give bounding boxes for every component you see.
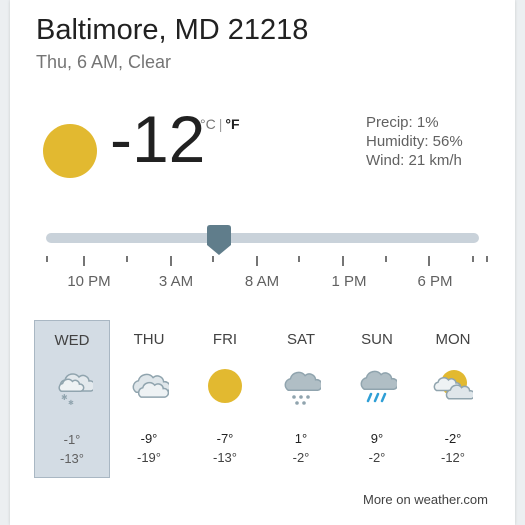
snow-cloud-icon: ✱ ✱ bbox=[53, 367, 96, 407]
timeline-tick bbox=[212, 256, 214, 262]
timeline-ticks bbox=[46, 256, 488, 268]
day-name: SAT bbox=[286, 331, 316, 348]
location-title: Baltimore, MD 21218 bbox=[36, 14, 309, 46]
timeline-label: 6 PM bbox=[417, 273, 453, 290]
rain-icon bbox=[357, 366, 399, 406]
day-high-temp: -9° bbox=[140, 431, 158, 446]
more-on-weather-link[interactable]: More on weather.com bbox=[363, 492, 488, 507]
weather-details: Precip: 1% Humidity: 56% Wind: 21 km/h bbox=[366, 113, 463, 170]
timeline-tick bbox=[256, 256, 258, 266]
day-low-temp: -13° bbox=[60, 451, 84, 466]
day-name: SUN bbox=[361, 331, 393, 348]
day-low-temp: -13° bbox=[213, 450, 237, 465]
cloudy-icon bbox=[129, 366, 171, 406]
day-high-temp: 1° bbox=[294, 431, 308, 446]
forecast-day-thu[interactable]: THU -9° -19° bbox=[111, 320, 187, 478]
day-name: MON bbox=[435, 331, 471, 348]
timeline-tick bbox=[385, 256, 387, 262]
humidity-text: Humidity: 56% bbox=[366, 133, 463, 150]
weather-card: Baltimore, MD 21218 Thu, 6 AM, Clear -12… bbox=[10, 0, 515, 525]
unit-toggle: °C | °F bbox=[200, 116, 240, 132]
day-high-temp: -7° bbox=[216, 431, 234, 446]
day-low-temp: -19° bbox=[137, 450, 161, 465]
timeline-tick bbox=[472, 256, 474, 262]
forecast-day-fri[interactable]: FRI -7° -13° bbox=[187, 320, 263, 478]
sun-icon bbox=[205, 366, 245, 406]
day-low-temp: -2° bbox=[368, 450, 386, 465]
celsius-toggle[interactable]: °C bbox=[200, 116, 216, 132]
day-low-temp: -2° bbox=[292, 450, 310, 465]
day-high-temp: -1° bbox=[63, 432, 81, 447]
day-name: FRI bbox=[212, 331, 238, 348]
snow-icon bbox=[281, 366, 323, 406]
timeline-tick bbox=[170, 256, 172, 266]
day-name: WED bbox=[54, 332, 90, 349]
current-temperature: -12 bbox=[110, 102, 206, 176]
forecast-day-sat[interactable]: SAT 1° -2° bbox=[263, 320, 339, 478]
timeline-tick bbox=[428, 256, 430, 266]
day-high-temp: -2° bbox=[444, 431, 462, 446]
timeline-label: 8 AM bbox=[244, 273, 280, 290]
wind-text: Wind: 21 km/h bbox=[366, 152, 462, 169]
timeline-label: 10 PM bbox=[67, 273, 111, 290]
timeline-tick bbox=[126, 256, 128, 262]
fahrenheit-toggle[interactable]: °F bbox=[225, 116, 239, 132]
timeline-label: 1 PM bbox=[331, 273, 367, 290]
day-name: THU bbox=[133, 331, 165, 348]
timeline-tick bbox=[486, 256, 488, 262]
forecast-day-mon[interactable]: MON -2° -12° bbox=[415, 320, 491, 478]
day-low-temp: -12° bbox=[441, 450, 465, 465]
timeline-tick bbox=[342, 256, 344, 266]
timeline-slider-handle[interactable] bbox=[207, 225, 232, 255]
forecast-day-sun[interactable]: SUN 9° -2° bbox=[339, 320, 415, 478]
svg-text:✱: ✱ bbox=[61, 393, 68, 402]
timeline-slider-track[interactable] bbox=[46, 233, 479, 243]
partly-cloudy-icon bbox=[433, 366, 476, 406]
unit-separator: | bbox=[218, 116, 223, 132]
timeline-tick bbox=[298, 256, 300, 262]
day-high-temp: 9° bbox=[370, 431, 384, 446]
svg-text:✱: ✱ bbox=[68, 399, 74, 407]
sun-icon bbox=[43, 124, 97, 178]
timeline-label: 3 AM bbox=[158, 273, 194, 290]
date-time-condition: Thu, 6 AM, Clear bbox=[36, 52, 172, 72]
timeline-tick bbox=[46, 256, 48, 262]
timeline-tick bbox=[83, 256, 85, 266]
forecast-day-wed[interactable]: WED ✱ ✱ -1° -13° bbox=[34, 320, 110, 478]
precipitation-text: Precip: 1% bbox=[366, 114, 439, 131]
